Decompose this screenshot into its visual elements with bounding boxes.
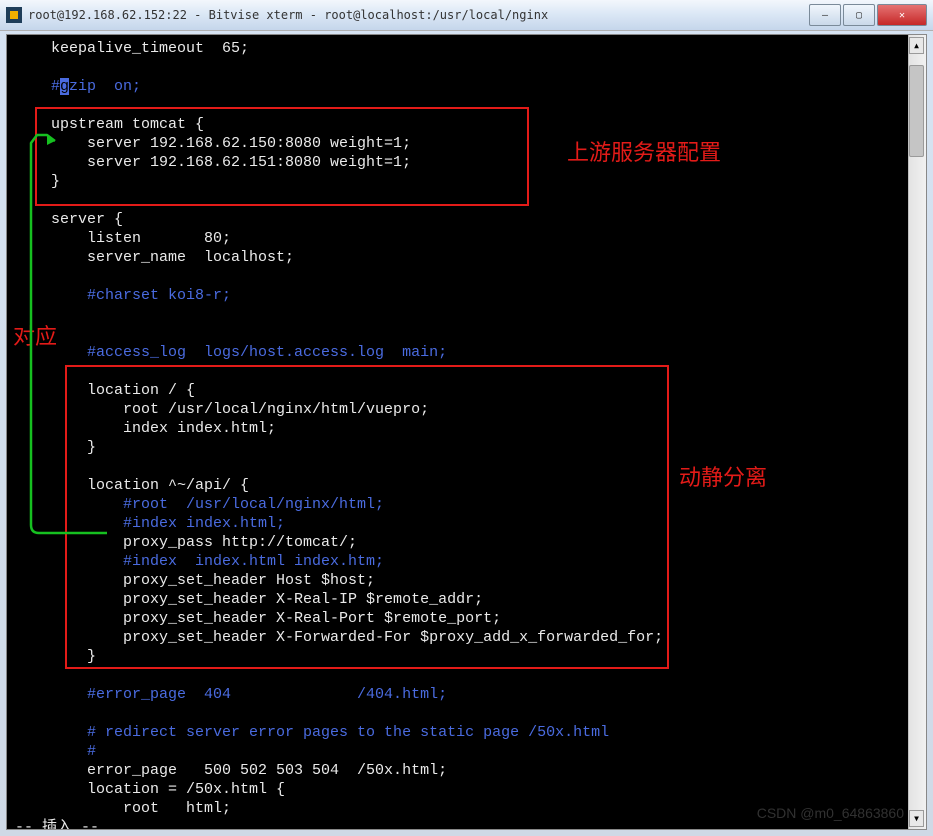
comment-line: #access_log logs/host.access.log main; <box>15 344 447 361</box>
comment-line: # <box>15 743 96 760</box>
window-title: root@192.168.62.152:22 - Bitvise xterm -… <box>28 8 809 22</box>
config-line: } <box>15 648 96 665</box>
config-line: proxy_set_header X-Real-Port $remote_por… <box>15 610 501 627</box>
watermark: CSDN @m0_64863860 <box>757 805 904 821</box>
config-line: server_name localhost; <box>15 249 294 266</box>
comment-line: #error_page 404 /404.html; <box>15 686 447 703</box>
window-buttons: — ▢ ✕ <box>809 4 927 26</box>
scrollbar-thumb[interactable] <box>909 65 924 157</box>
config-line: proxy_pass http://tomcat/; <box>15 534 357 551</box>
minimize-button[interactable]: — <box>809 4 841 26</box>
config-line: server { <box>15 211 123 228</box>
comment-line: #index index.html index.htm; <box>15 553 384 570</box>
terminal-output[interactable]: keepalive_timeout 65; #gzip on; upstream… <box>7 35 909 829</box>
config-line: proxy_set_header Host $host; <box>15 572 375 589</box>
config-line: location / { <box>15 382 195 399</box>
scrollbar-up-button[interactable]: ▲ <box>909 37 924 54</box>
config-line: } <box>15 173 60 190</box>
comment-line: #gzip on; <box>15 78 141 95</box>
app-icon <box>6 7 22 23</box>
config-line: index index.html; <box>15 420 276 437</box>
config-line: upstream tomcat { <box>15 116 204 133</box>
config-line: location = /50x.html { <box>15 781 285 798</box>
config-line: proxy_set_header X-Real-IP $remote_addr; <box>15 591 483 608</box>
config-line: root html; <box>15 800 231 817</box>
terminal-container: ▲ ▼ keepalive_timeout 65; #gzip on; upst… <box>6 34 927 830</box>
comment-line: #root /usr/local/nginx/html; <box>15 496 384 513</box>
config-line: } <box>15 439 96 456</box>
config-line: listen 80; <box>15 230 231 247</box>
config-line: proxy_set_header X-Forwarded-For $proxy_… <box>15 629 663 646</box>
close-button[interactable]: ✕ <box>877 4 927 26</box>
vim-status: -- 插入 -- <box>15 819 99 829</box>
comment-line: # redirect server error pages to the sta… <box>15 724 609 741</box>
config-line: error_page 500 502 503 504 /50x.html; <box>15 762 447 779</box>
cursor: g <box>60 78 69 95</box>
maximize-button[interactable]: ▢ <box>843 4 875 26</box>
comment-line: #index index.html; <box>15 515 285 532</box>
comment-line: #charset koi8-r; <box>15 287 231 304</box>
config-line: server 192.168.62.150:8080 weight=1; <box>15 135 411 152</box>
config-line: server 192.168.62.151:8080 weight=1; <box>15 154 411 171</box>
scrollbar-down-button[interactable]: ▼ <box>909 810 924 827</box>
config-line: root /usr/local/nginx/html/vuepro; <box>15 401 429 418</box>
config-line: keepalive_timeout 65; <box>15 40 249 57</box>
config-line: location ^~/api/ { <box>15 477 249 494</box>
window-titlebar: root@192.168.62.152:22 - Bitvise xterm -… <box>0 0 933 31</box>
